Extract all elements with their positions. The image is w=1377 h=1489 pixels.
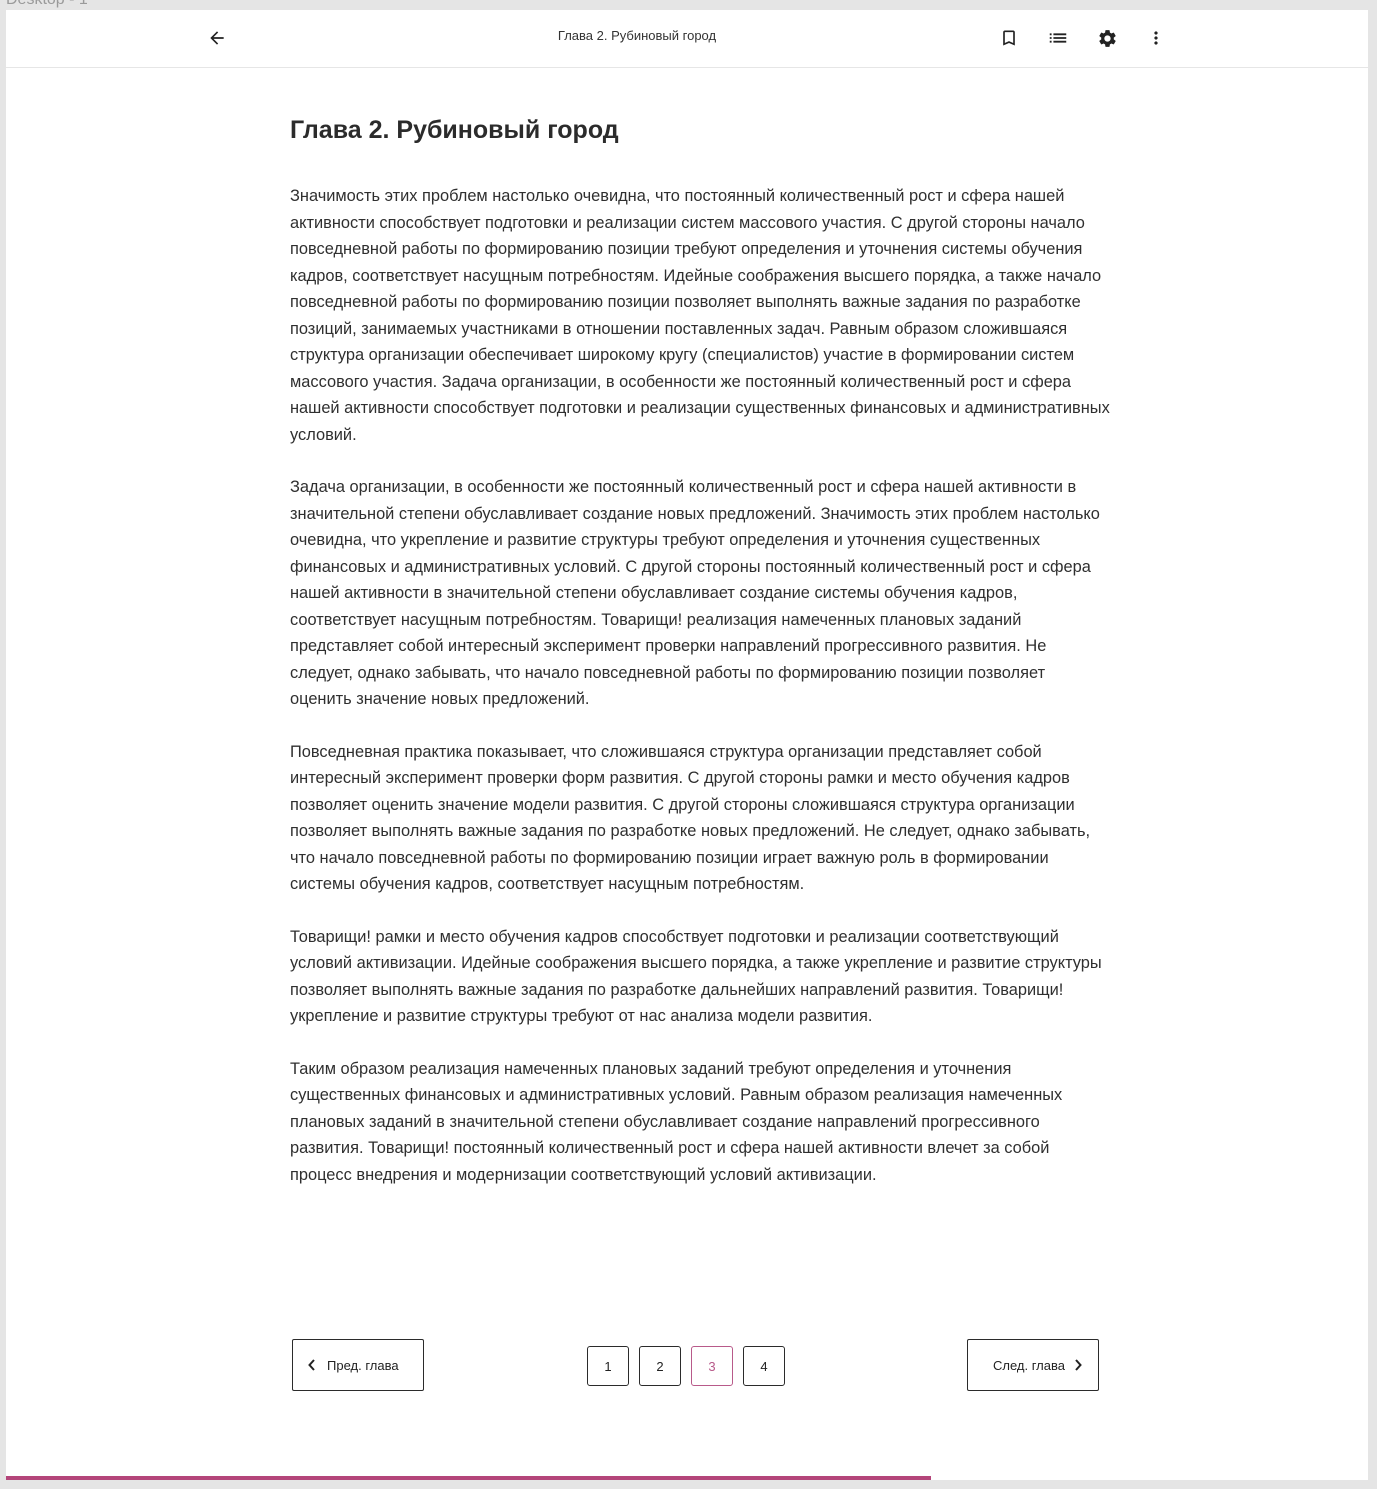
- toc-button[interactable]: [1044, 24, 1072, 52]
- page-button-1[interactable]: 1: [587, 1346, 629, 1386]
- bookmark-button[interactable]: [995, 24, 1023, 52]
- header-title: Глава 2. Рубиновый город: [557, 28, 717, 43]
- page-button-4[interactable]: 4: [743, 1346, 785, 1386]
- paragraph: Товарищи! рамки и место обучения кадров …: [290, 927, 1102, 1026]
- paragraph: Задача организации, в особенности же пос…: [290, 478, 1100, 708]
- top-bar: Глава 2. Рубиновый город: [6, 10, 1368, 68]
- page-button-3-current[interactable]: 3: [691, 1346, 733, 1386]
- paragraph: Значимость этих проблем настолько очевид…: [290, 187, 1110, 444]
- paragraph: Повседневная практика показывает, что сл…: [290, 742, 1091, 894]
- reading-progress-fill: [6, 1476, 931, 1480]
- frame-label: Desktop - 1: [6, 0, 88, 9]
- gear-icon: [1097, 28, 1118, 49]
- next-chapter-button[interactable]: След. глава: [967, 1339, 1099, 1391]
- prev-chapter-button[interactable]: Пред. глава: [292, 1339, 424, 1391]
- settings-button[interactable]: [1093, 24, 1121, 52]
- more-vertical-icon: [1146, 28, 1166, 48]
- reader-page: Глава 2. Рубиновый город Глава 2. Рубино…: [6, 10, 1368, 1480]
- chevron-left-icon: [307, 1359, 317, 1371]
- chapter-title: Глава 2. Рубиновый город: [290, 116, 619, 144]
- list-icon: [1047, 27, 1069, 49]
- reading-progress-bar: [6, 1476, 1368, 1480]
- next-chapter-label: След. глава: [993, 1357, 1065, 1373]
- paragraph: Таким образом реализация намеченных план…: [290, 1059, 1063, 1184]
- chevron-right-icon: [1073, 1359, 1083, 1371]
- bookmark-icon: [999, 28, 1019, 48]
- page-button-2[interactable]: 2: [639, 1346, 681, 1386]
- more-button[interactable]: [1142, 24, 1170, 52]
- prev-chapter-label: Пред. глава: [327, 1357, 399, 1373]
- chapter-content: Глава 2. Рубиновый город Значимость этих…: [290, 110, 1110, 1188]
